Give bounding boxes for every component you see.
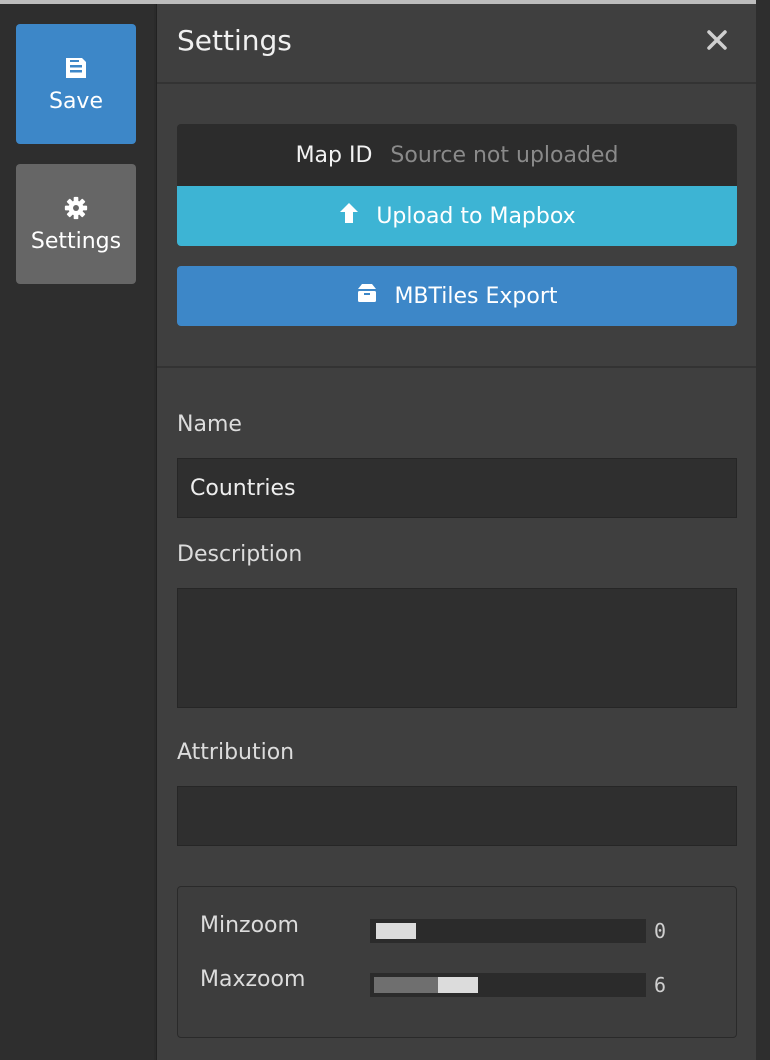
settings-button[interactable]: Settings: [16, 164, 136, 284]
upload-section: Map ID Source not uploaded Upload to Map…: [157, 86, 757, 368]
name-input[interactable]: [177, 458, 737, 518]
map-id-value: Source not uploaded: [390, 142, 619, 168]
minzoom-slider[interactable]: [370, 919, 646, 943]
floppy-disk-icon: [63, 55, 89, 81]
minzoom-slider-handle[interactable]: [376, 923, 416, 939]
minzoom-label: Minzoom: [200, 913, 299, 938]
maxzoom-slider-range: [374, 977, 440, 993]
maxzoom-slider[interactable]: [370, 973, 646, 997]
gear-icon: [63, 195, 89, 221]
page-title: Settings: [177, 24, 292, 57]
box-icon: [356, 283, 378, 309]
mbtiles-export-button[interactable]: MBTiles Export: [177, 266, 737, 326]
save-label: Save: [48, 88, 103, 114]
upload-to-mapbox-button[interactable]: Upload to Mapbox: [177, 186, 737, 246]
zoom-settings: Minzoom 0 Maxzoom 6: [177, 886, 737, 1038]
sidebar: Save Settings: [0, 4, 154, 1060]
settings-label: Settings: [30, 228, 122, 254]
maxzoom-label: Maxzoom: [200, 967, 306, 992]
panel-header: Settings: [157, 4, 757, 84]
upload-label: Upload to Mapbox: [376, 203, 576, 229]
close-button[interactable]: [705, 28, 729, 52]
description-textarea[interactable]: [177, 588, 737, 708]
maxzoom-slider-handle[interactable]: [438, 977, 478, 993]
arrow-up-icon: [338, 201, 360, 231]
save-button[interactable]: Save: [16, 24, 136, 144]
map-id-display: Map ID Source not uploaded: [177, 124, 737, 186]
right-edge: [756, 0, 770, 1060]
map-id-label: Map ID: [295, 142, 373, 168]
maxzoom-value: 6: [654, 973, 667, 997]
description-label: Description: [177, 542, 303, 567]
attribution-label: Attribution: [177, 740, 295, 765]
settings-panel: Settings Map ID Source not uploaded Uplo…: [156, 4, 757, 1060]
attribution-input[interactable]: [177, 786, 737, 846]
export-label: MBTiles Export: [394, 283, 558, 309]
minzoom-value: 0: [654, 919, 667, 943]
close-icon: [705, 30, 729, 56]
name-label: Name: [177, 412, 242, 437]
